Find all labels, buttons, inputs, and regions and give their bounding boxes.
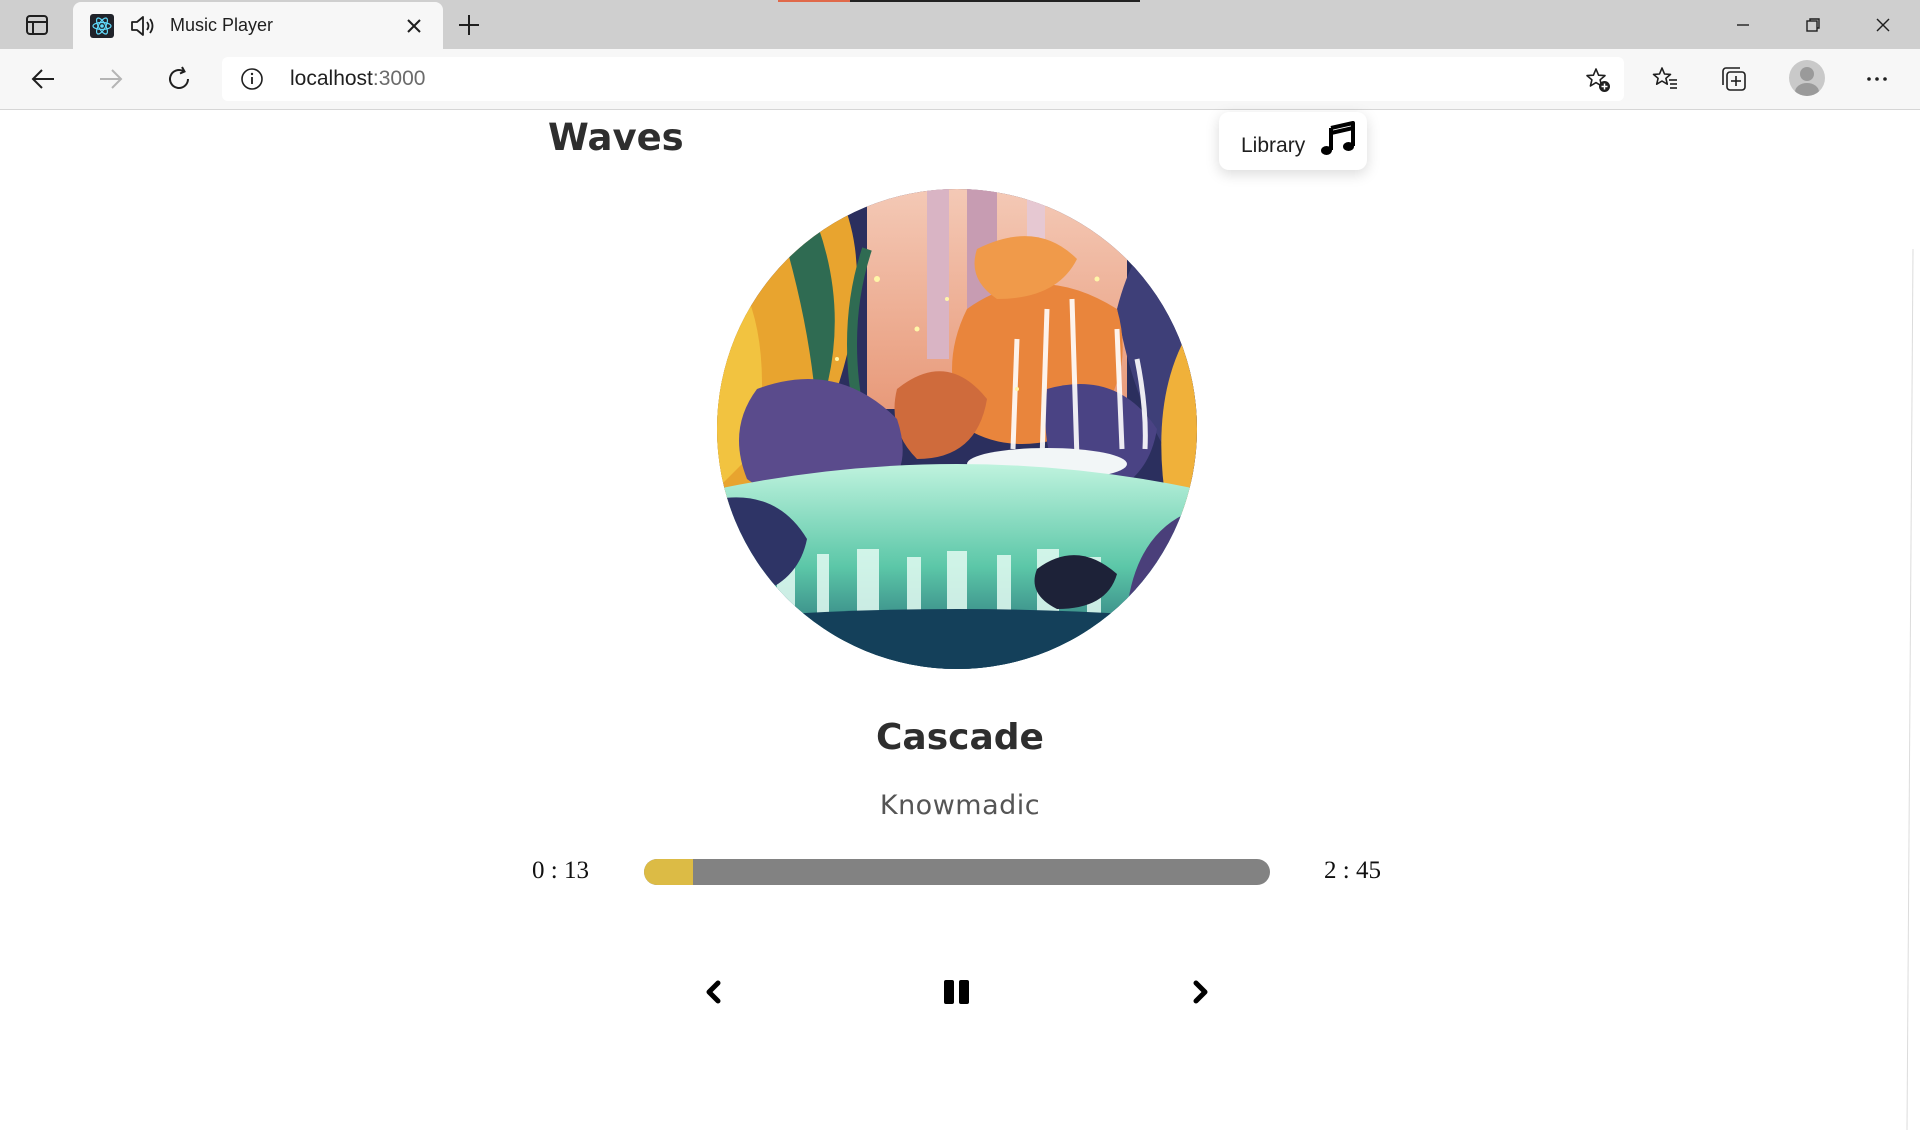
browser-toolbar: localhost:3000 — [0, 49, 1920, 110]
app-logo: Waves — [548, 116, 684, 159]
close-icon[interactable] — [403, 15, 425, 37]
song-title: Cascade — [876, 717, 1044, 758]
album-art-waterfall — [717, 189, 1197, 669]
previous-button[interactable] — [694, 972, 734, 1012]
minimize-button[interactable] — [1720, 10, 1766, 40]
play-pause-button[interactable] — [937, 972, 977, 1012]
star-plus-icon[interactable] — [1584, 66, 1612, 94]
favorites-button[interactable] — [1647, 61, 1683, 97]
progress-fill — [644, 859, 694, 885]
url-port: :3000 — [372, 67, 426, 90]
tab-panel-icon — [26, 15, 48, 35]
close-window-button[interactable] — [1860, 10, 1906, 40]
music-player-page: Waves Library Cascade Knowmadic 0: 13 2… — [0, 110, 1920, 1131]
collections-icon — [1722, 67, 1746, 91]
next-button[interactable] — [1180, 972, 1220, 1012]
progress-slider[interactable] — [644, 859, 1270, 885]
url-host: localhost — [290, 67, 373, 90]
url-text[interactable]: localhost:3000 — [290, 67, 425, 91]
scrollbar-track — [1906, 248, 1914, 1131]
react-logo-icon — [90, 14, 114, 38]
total-time: 2 : 45 — [1324, 857, 1381, 884]
profile-button[interactable] — [1789, 60, 1825, 96]
minimize-icon — [1737, 24, 1749, 26]
browser-tab-active[interactable]: Music Player — [73, 2, 443, 49]
favorites-icon — [1652, 67, 1677, 89]
refresh-button[interactable] — [161, 61, 197, 97]
restore-icon — [1806, 18, 1820, 32]
plus-icon[interactable] — [456, 12, 482, 38]
more-icon — [1867, 77, 1887, 81]
info-icon[interactable] — [240, 67, 264, 91]
loading-indicator — [778, 0, 850, 2]
back-button[interactable] — [25, 61, 61, 97]
music-note-icon — [1321, 121, 1355, 155]
library-label: Library — [1241, 134, 1306, 157]
current-time: 0 : 13 — [532, 857, 589, 884]
forward-arrow-icon — [100, 69, 123, 89]
settings-menu-button[interactable] — [1859, 61, 1895, 97]
tab-title: Music Player — [170, 15, 274, 35]
speaker-icon[interactable] — [129, 13, 157, 39]
pause-icon — [944, 980, 969, 1004]
tab-actions-button[interactable] — [20, 12, 54, 38]
collections-button[interactable] — [1716, 61, 1752, 97]
restore-button[interactable] — [1790, 10, 1836, 40]
chevron-left-icon — [706, 980, 721, 1004]
refresh-icon — [169, 66, 189, 89]
song-artist: Knowmadic — [879, 790, 1041, 821]
page-scrollbar[interactable] — [1905, 248, 1915, 1131]
album-cover — [717, 189, 1197, 669]
forward-button[interactable] — [93, 61, 129, 97]
chevron-right-icon — [1193, 980, 1208, 1004]
address-bar[interactable]: localhost:3000 — [222, 57, 1624, 101]
back-arrow-icon — [31, 69, 54, 89]
loading-indicator-track — [850, 0, 1140, 2]
close-window-icon — [1876, 18, 1890, 32]
library-button[interactable]: Library — [1219, 112, 1367, 170]
profile-icon — [1795, 67, 1819, 96]
browser-tab-bar: Music Player — [0, 0, 1920, 49]
